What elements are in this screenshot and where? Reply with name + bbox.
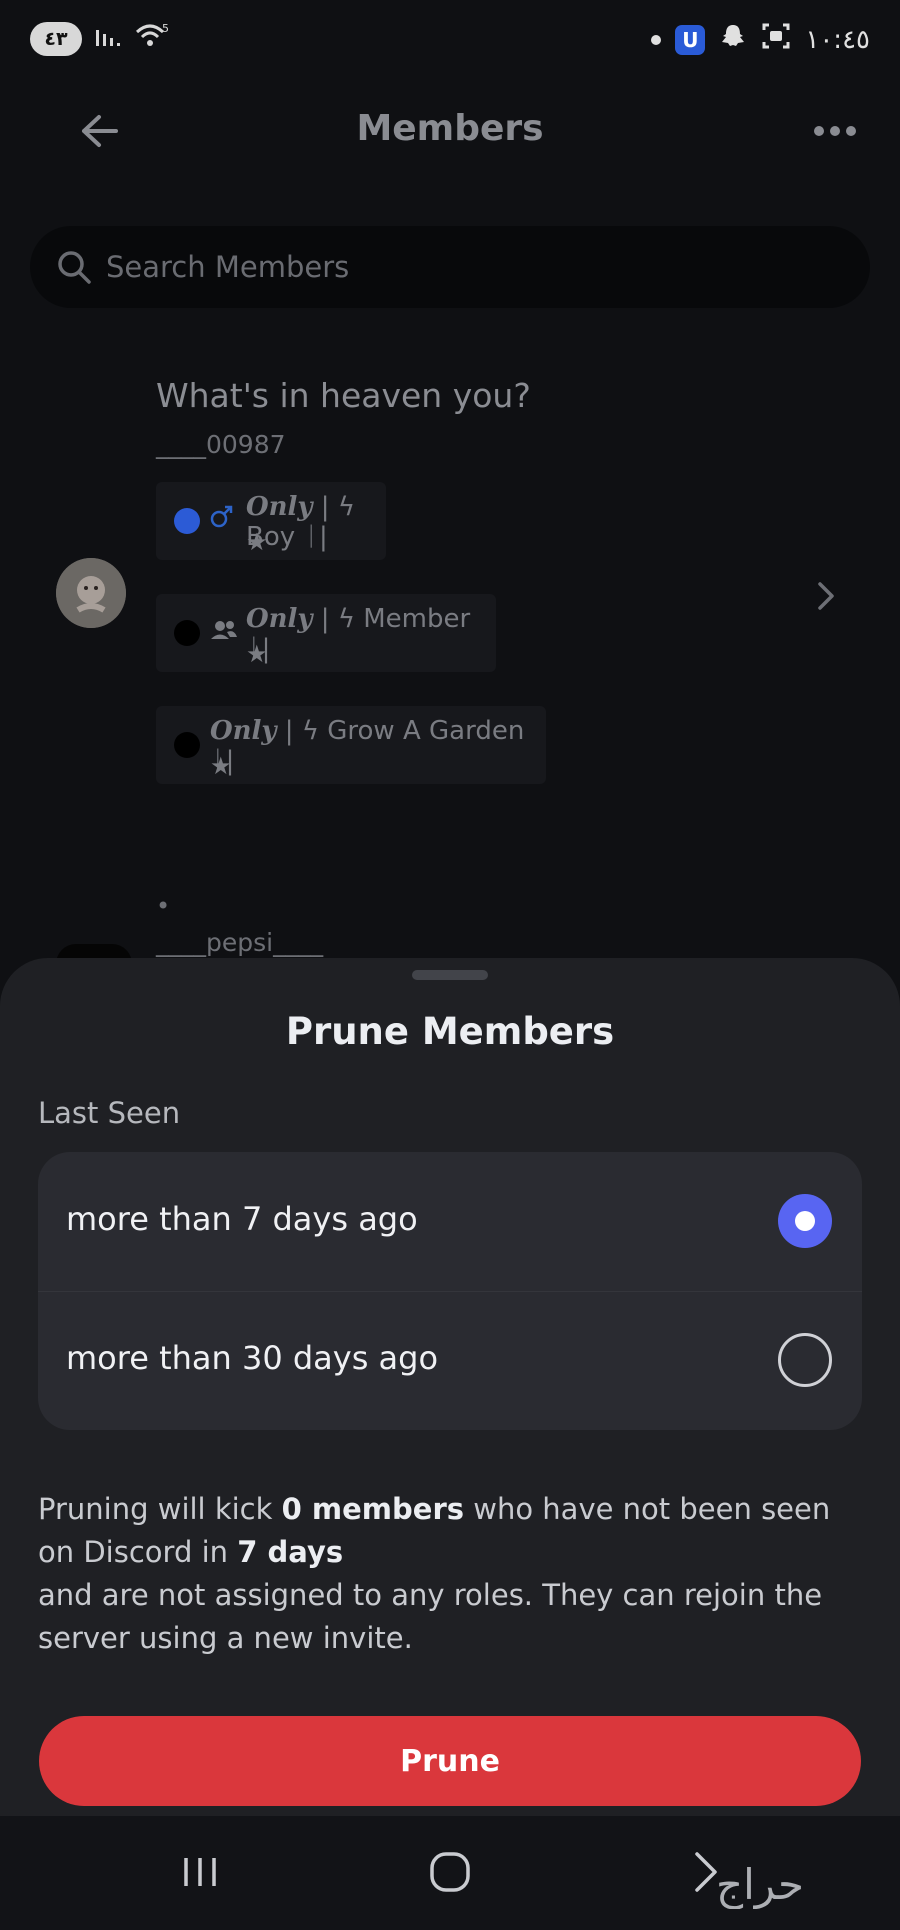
wifi-label: 5 [162,22,169,35]
status-bar: ٤٣ 5 U ١٠:٤٥ [0,0,900,84]
male-icon [210,504,234,532]
member-username: ____00987 [156,430,286,459]
option-30-days[interactable]: more than 30 days ago [38,1291,862,1430]
role-prefix: Only [210,716,277,746]
home-button[interactable] [420,1842,480,1902]
wifi-icon: 5 [134,22,170,56]
watermark-logo: حراج [716,1860,804,1909]
role-prefix: Only [246,492,313,522]
role-tag: Only | ϟ Grow A Garden ᛁ| ★ [156,706,546,784]
member-count: 0 members [281,1492,465,1526]
recent-apps-icon [184,1858,216,1886]
chevron-right-icon [816,580,836,616]
role-star: ★ [246,528,268,556]
notification-dot [651,34,662,45]
role-color-dot [174,508,200,534]
recent-apps-button[interactable] [170,1842,230,1902]
snapchat-icon [719,22,747,57]
radio-button-unselected[interactable] [778,1333,832,1387]
role-color-dot [174,732,200,758]
sheet-title: Prune Members [285,1010,615,1053]
days-count: 7 days [237,1535,344,1569]
clock: ١٠:٤٥ [805,24,870,55]
last-seen-options: more than 7 days ago more than 30 days a… [38,1152,862,1430]
member-username: ____pepsi____ [156,928,324,957]
app-header: Members [0,84,900,184]
home-icon [430,1852,470,1892]
member-display-name: What's in heaven you? [156,376,531,415]
option-label: more than 7 days ago [66,1200,418,1238]
app-u-icon: U [675,24,706,55]
member-item[interactable]: What's in heaven you? ____00987 Only | ϟ… [36,352,872,832]
search-bar[interactable] [30,226,870,308]
section-label: Last Seen [38,1096,181,1130]
search-input[interactable] [104,249,808,285]
prune-button[interactable]: Prune [39,1716,861,1806]
role-star: ★ [210,752,232,780]
member-display-name: • [156,892,171,920]
prune-description: Pruning will kick 0 members who have not… [38,1492,831,1655]
option-label: more than 30 days ago [66,1339,439,1377]
role-prefix: Only [246,604,313,634]
role-star: ★ [246,640,268,668]
screenshot-icon [761,22,791,57]
radio-button-selected[interactable] [778,1194,832,1248]
signal-icon [94,24,122,54]
option-7-days[interactable]: more than 7 days ago [38,1152,862,1291]
role-color-dot [174,620,200,646]
avatar [56,558,126,628]
battery-indicator: ٤٣ [30,22,82,56]
more-horizontal-icon [814,126,856,136]
prune-bottom-sheet: Prune Members Last Seen more than 7 days… [0,958,900,1930]
more-options-button[interactable] [810,106,860,156]
members-icon [210,619,238,645]
drag-handle[interactable] [412,970,488,980]
role-tag: Only | ϟ Member ᛁ| ★ [156,594,496,672]
role-tag: Only | ϟ Boy ᛁ| ★ [156,482,386,560]
search-icon [54,247,94,287]
page-title: Members [356,108,544,149]
